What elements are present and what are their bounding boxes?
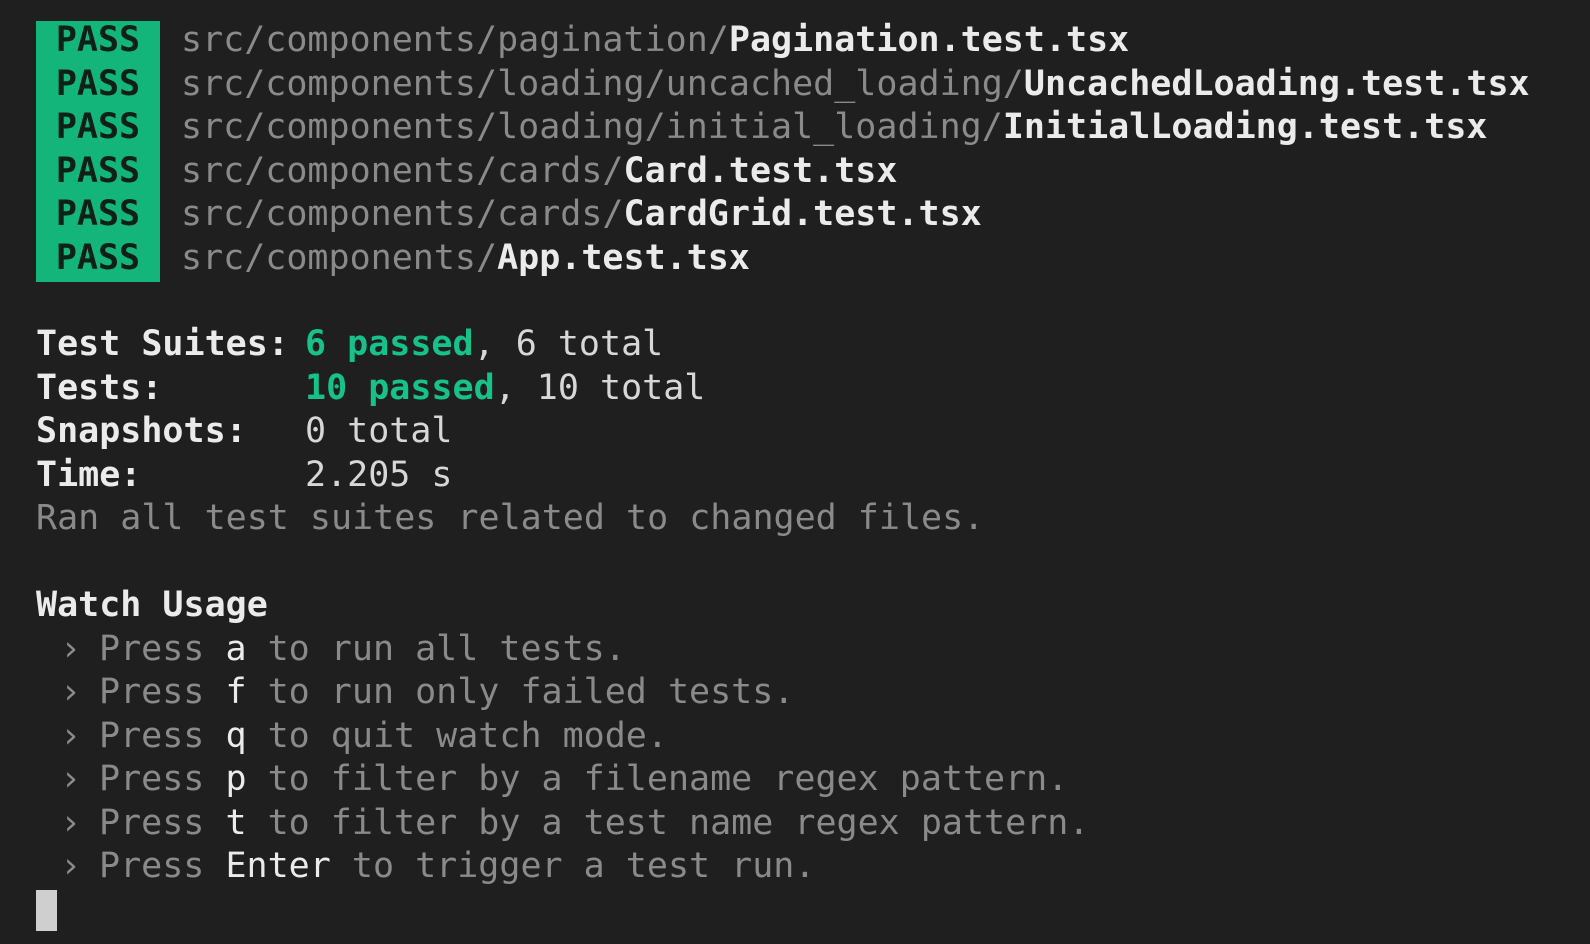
summary-label: Test Suites: xyxy=(36,324,289,364)
watch-key: f xyxy=(225,672,247,712)
suites-passed-count: 6 passed xyxy=(305,324,474,364)
suites-total-count: , 6 total xyxy=(473,324,664,364)
time-value: 2.205 s xyxy=(305,454,453,495)
press-word: Press xyxy=(99,759,205,799)
watch-description: to trigger a test run. xyxy=(330,846,816,886)
chevron-right-icon: › xyxy=(60,802,82,843)
watch-key: p xyxy=(225,759,247,799)
watch-description: to run all tests. xyxy=(246,628,626,669)
watch-key: t xyxy=(225,802,247,843)
watch-key: q xyxy=(225,715,247,756)
summary-test-suites: Test Suites: 6 passed, 6 total xyxy=(36,323,663,367)
summary-label: Tests: xyxy=(36,367,163,408)
summary-snapshots: Snapshots: 0 total xyxy=(36,410,453,454)
pass-badge: PASS xyxy=(55,150,141,191)
test-file-dir: src/components/cards/ xyxy=(181,194,624,234)
watch-option-f[interactable]: › Press f to run only failed tests. xyxy=(36,671,794,715)
chevron-right-icon: › xyxy=(60,846,82,886)
terminal-window[interactable]: PASS src/components/pagination/Paginatio… xyxy=(0,0,1590,944)
watch-description: to filter by a filename regex pattern. xyxy=(246,759,1069,799)
tests-total-count: , 10 total xyxy=(494,367,706,408)
watch-key: a xyxy=(225,628,247,669)
watch-description: to quit watch mode. xyxy=(246,715,668,756)
pass-badge: PASS xyxy=(55,107,141,147)
press-word: Press xyxy=(99,672,205,712)
summary-tests: Tests: 10 passed, 10 total xyxy=(36,367,705,411)
watch-option-enter[interactable]: › Press Enter to trigger a test run. xyxy=(36,845,815,889)
watch-usage-title: Watch Usage xyxy=(36,585,268,625)
watch-option-a[interactable]: › Press a to run all tests. xyxy=(36,628,626,672)
test-file-path: src/components/loading/initial_loading/I… xyxy=(181,106,1487,150)
summary-label: Snapshots: xyxy=(36,411,247,451)
ran-note: Ran all test suites related to changed f… xyxy=(36,498,985,538)
test-file-name: Pagination.test.tsx xyxy=(728,20,1130,60)
test-file-name: UncachedLoading.test.tsx xyxy=(1023,63,1530,104)
snapshots-value: 0 total xyxy=(305,411,453,451)
watch-key: Enter xyxy=(225,846,331,886)
watch-description: to filter by a test name regex pattern. xyxy=(246,802,1090,843)
test-file-name: CardGrid.test.tsx xyxy=(623,194,982,234)
watch-option-t[interactable]: › Press t to filter by a test name regex … xyxy=(36,802,1089,846)
press-word: Press xyxy=(99,715,205,756)
test-file-dir: src/components/cards/ xyxy=(181,150,624,191)
pass-badge: PASS xyxy=(55,194,141,234)
test-file-name: InitialLoading.test.tsx xyxy=(1002,107,1488,147)
chevron-right-icon: › xyxy=(60,628,82,669)
summary-time: Time: 2.205 s xyxy=(36,454,453,498)
watch-description: to run only failed tests. xyxy=(246,672,795,712)
test-file-dir: src/components/loading/uncached_loading/ xyxy=(181,63,1024,104)
test-file-dir: src/components/pagination/ xyxy=(181,20,729,60)
watch-option-p[interactable]: › Press p to filter by a filename regex p… xyxy=(36,758,1068,802)
pass-badge: PASS xyxy=(55,63,141,104)
test-file-name: Card.test.tsx xyxy=(623,150,898,191)
chevron-right-icon: › xyxy=(60,672,82,712)
test-file-path: src/components/pagination/Pagination.tes… xyxy=(181,19,1129,63)
test-file-dir: src/components/ xyxy=(181,237,498,278)
press-word: Press xyxy=(99,846,205,886)
test-file-dir: src/components/loading/initial_loading/ xyxy=(181,107,1003,147)
test-file-path: src/components/loading/uncached_loading/… xyxy=(181,63,1530,107)
test-file-path: src/components/cards/Card.test.tsx xyxy=(181,150,897,194)
test-file-path: src/components/App.test.tsx xyxy=(181,237,750,281)
test-file-path: src/components/cards/CardGrid.test.tsx xyxy=(181,193,982,237)
tests-passed-count: 10 passed xyxy=(305,367,495,408)
summary-label: Time: xyxy=(36,454,142,495)
watch-option-q[interactable]: › Press q to quit watch mode. xyxy=(36,715,668,759)
test-file-name: App.test.tsx xyxy=(497,237,750,278)
chevron-right-icon: › xyxy=(60,759,82,799)
terminal-cursor[interactable] xyxy=(36,890,57,931)
pass-badge: PASS xyxy=(55,237,141,278)
press-word: Press xyxy=(99,628,205,669)
pass-badge: PASS xyxy=(55,20,141,60)
chevron-right-icon: › xyxy=(60,715,82,756)
press-word: Press xyxy=(99,802,205,843)
